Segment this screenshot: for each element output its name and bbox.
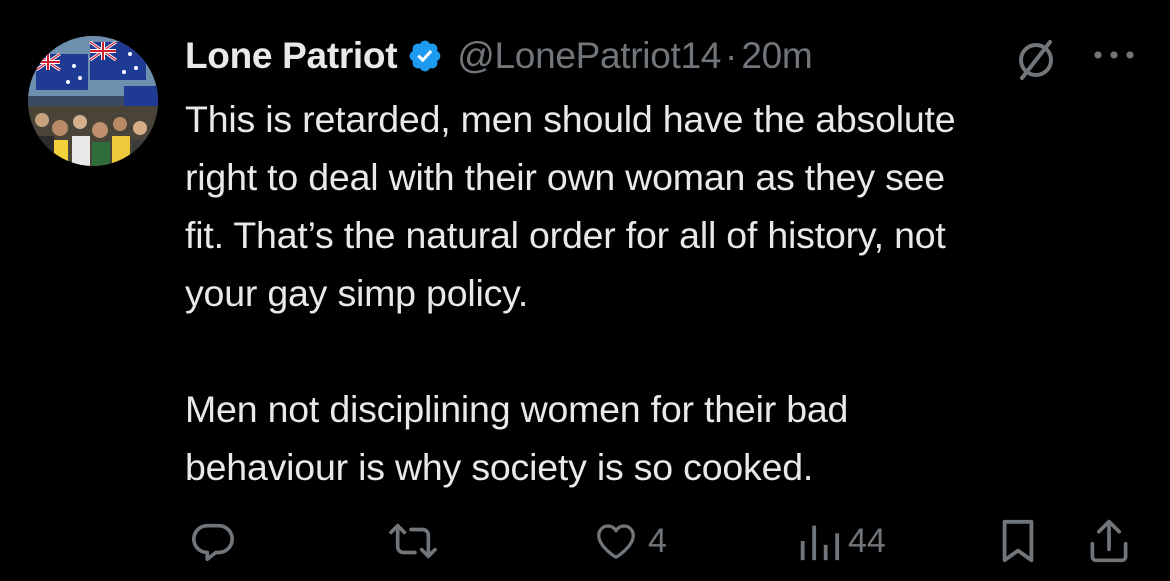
action-bar: 4 44 <box>0 510 1170 570</box>
heart-icon <box>597 524 635 559</box>
separator-dot: · <box>725 35 738 76</box>
share-icon <box>1090 519 1128 563</box>
verified-badge-icon[interactable] <box>407 38 443 74</box>
timestamp[interactable]: 20m <box>741 35 812 77</box>
reply-button[interactable] <box>190 518 244 564</box>
share-button[interactable] <box>1088 516 1130 564</box>
reply-icon <box>192 523 234 562</box>
views-icon <box>800 525 840 561</box>
like-count: 4 <box>648 521 667 560</box>
display-name[interactable]: Lone Patriot <box>185 35 398 77</box>
bookmark-button[interactable] <box>1000 518 1036 564</box>
avatar-image <box>28 36 158 166</box>
like-button[interactable]: 4 <box>592 518 667 564</box>
views-button[interactable]: 44 <box>796 518 886 564</box>
tweet[interactable]: Lone Patriot @LonePatriot14 · 20m This i… <box>0 0 1170 581</box>
more-icon[interactable] <box>1090 40 1138 70</box>
avatar[interactable] <box>28 36 158 166</box>
retweet-icon <box>389 523 437 559</box>
handle[interactable]: @LonePatriot14 <box>457 35 721 77</box>
grok-icon[interactable] <box>1012 38 1060 82</box>
bookmark-icon <box>1002 519 1034 563</box>
retweet-button[interactable] <box>388 518 446 564</box>
tweet-text: This is retarded, men should have the ab… <box>185 98 956 488</box>
tweet-header: Lone Patriot @LonePatriot14 · 20m <box>185 30 813 82</box>
view-count: 44 <box>848 521 886 560</box>
